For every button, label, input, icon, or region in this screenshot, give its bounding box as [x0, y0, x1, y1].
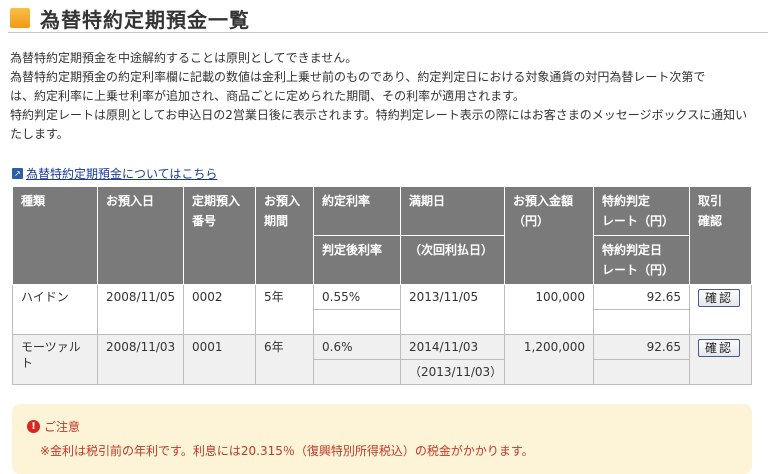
col-number: 定期預入 番号 — [183, 186, 256, 285]
col-rate: 約定利率 — [313, 186, 401, 236]
intro-line: たします。 — [10, 127, 69, 141]
cell-next-interest: （2013/11/03） — [400, 359, 505, 385]
cell-maturity: 2014/11/03 — [400, 334, 505, 360]
intro-line: 特約判定レートは原則としてお申込日の2営業日後に表示されます。特約判定レート表示… — [10, 108, 748, 122]
info-link-row[interactable]: ↗ 為替特約定期預金についてはこちら — [12, 165, 217, 182]
info-link[interactable]: 為替特約定期預金についてはこちら — [26, 165, 217, 182]
page-title: 為替特約定期預金一覧 — [40, 7, 250, 32]
cell-rate-after — [313, 309, 401, 335]
cell-kind: ハイドン — [12, 284, 98, 335]
intro-line: は、約定利率に上乗せ利率が追加され、商品ごとに定められた期間、その利率が適用され… — [10, 89, 525, 103]
cell-amount: 100,000 — [504, 284, 594, 335]
exclamation-icon: ! — [27, 420, 40, 433]
col-maturity: 満期日 — [400, 186, 505, 236]
notice-heading: ご注意 — [44, 420, 81, 434]
cell-amount: 1,200,000 — [504, 334, 594, 385]
cell-action: 確認 — [689, 284, 752, 335]
cell-rate: 0.55% — [313, 284, 401, 310]
intro-text: 為替特約定期預金を中途解約することは原則としてできません。 為替特約定期預金の約… — [10, 49, 765, 144]
cell-kind: モーツァルト — [12, 334, 98, 385]
col-deposit-date: お預入日 — [97, 186, 184, 285]
external-link-icon: ↗ — [12, 168, 23, 179]
cell-deposit-date: 2008/11/05 — [97, 284, 184, 335]
table-row: モーツァルト 2008/11/03 0001 6年 0.6% 2014/11/0… — [12, 334, 752, 385]
notice-box: ! ご注意 ※金利は税引前の年利です。利息には20.315％（復興特別所得税込）… — [12, 404, 752, 474]
col-special-date-rate: 特約判定日 レート（円） — [593, 235, 690, 285]
col-next-interest: （次回利払日） — [400, 235, 505, 285]
cell-number: 0002 — [183, 284, 256, 335]
deposit-table: 種類 お預入日 定期預入 番号 お預入 期間 約定利率 満期日 お預入金額 （円） 特… — [12, 186, 752, 385]
confirm-button[interactable]: 確認 — [698, 289, 740, 307]
col-amount: お預入金額 （円） — [504, 186, 594, 285]
cell-deposit-date: 2008/11/03 — [97, 334, 184, 385]
col-period: お預入 期間 — [255, 186, 314, 285]
cell-special-date-rate — [593, 359, 690, 385]
table-header-row: 種類 お預入日 定期預入 番号 お預入 期間 約定利率 満期日 お預入金額 （円） 特… — [12, 186, 752, 285]
cell-rate-after — [313, 359, 401, 385]
notice-heading-row: ! ご注意 — [27, 418, 80, 435]
cell-rate: 0.6% — [313, 334, 401, 360]
col-rate-after: 判定後利率 — [313, 235, 401, 285]
col-kind: 種類 — [12, 186, 98, 285]
cell-special-date-rate — [593, 309, 690, 335]
cell-special-rate: 92.65 — [593, 334, 690, 360]
cell-maturity: 2013/11/05 — [400, 284, 505, 335]
notice-text: ※金利は税引前の年利です。利息には20.315％（復興特別所得税込）の税金がかか… — [40, 444, 534, 458]
cell-action: 確認 — [689, 334, 752, 385]
title-square-icon — [10, 8, 30, 28]
col-action: 取引 確認 — [689, 186, 752, 285]
cell-special-rate: 92.65 — [593, 284, 690, 310]
col-special-rate: 特約判定 レート（円） — [593, 186, 690, 236]
cell-number: 0001 — [183, 334, 256, 385]
table-row: ハイドン 2008/11/05 0002 5年 0.55% 2013/11/05… — [12, 284, 752, 335]
cell-period: 6年 — [255, 334, 314, 385]
page-title-bar: 為替特約定期預金一覧 — [8, 4, 768, 33]
cell-period: 5年 — [255, 284, 314, 335]
intro-line: 為替特約定期預金を中途解約することは原則としてできません。 — [10, 51, 358, 65]
confirm-button[interactable]: 確認 — [698, 339, 740, 357]
intro-line: 為替特約定期預金の約定利率欄に記載の数値は金利上乗せ前のものであり、約定判定日に… — [10, 70, 706, 84]
